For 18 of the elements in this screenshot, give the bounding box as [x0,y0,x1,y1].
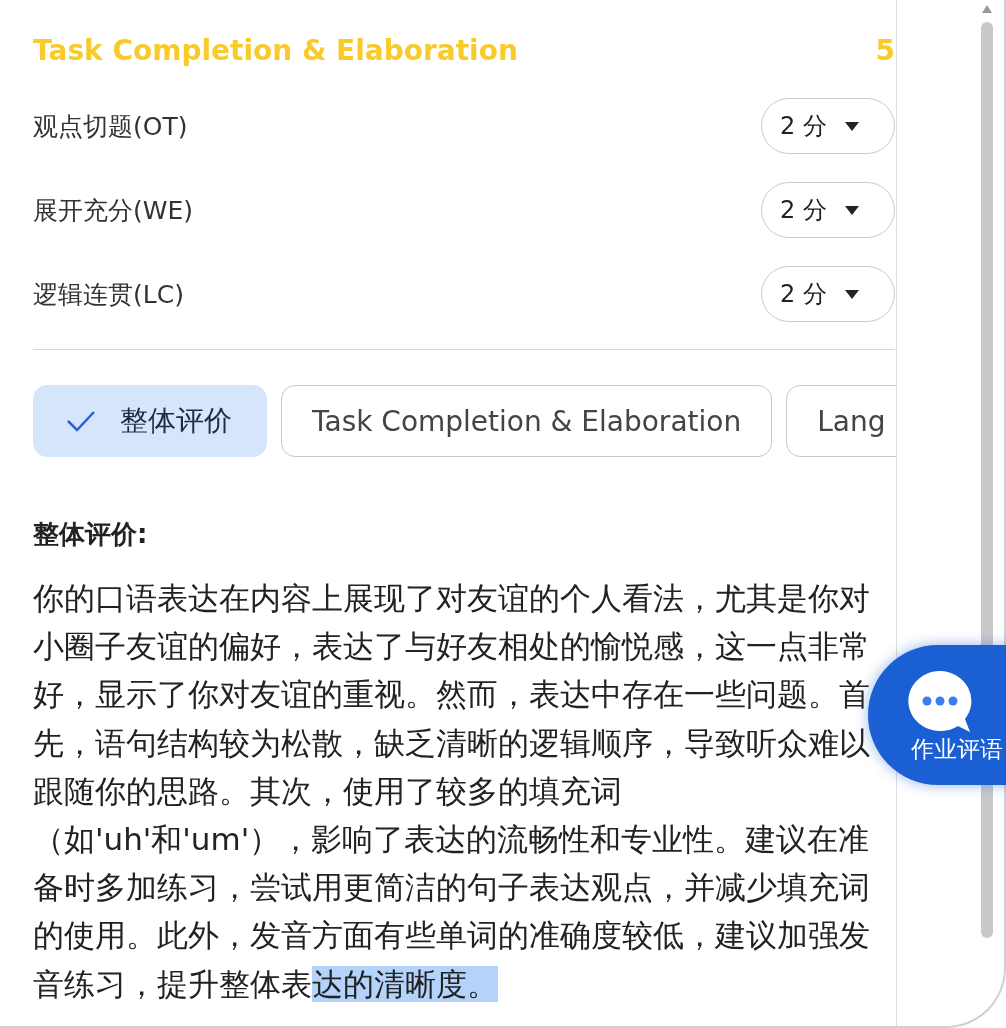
caret-icon [844,205,859,215]
scroll-up-icon[interactable] [981,4,993,14]
score-dropdown[interactable]: 2 分 [761,266,895,322]
score-dropdown[interactable]: 2 分 [761,182,895,238]
criterion-label: 观点切题(OT) [33,110,188,143]
section-title: Task Completion & Elaboration [33,34,518,67]
tab[interactable]: 整体评价 [33,385,267,457]
score-dropdown[interactable]: 2 分 [761,98,895,154]
section-score: 5 [875,34,895,67]
comment-text: 你的口语表达在内容上展现了对友谊的个人看法，尤其是你对小圈子友谊的偏好，表达了与好友相处的愉悦感，这一点非常好，显示了你对友谊的重视。然而，表达中存在一些问题。首先，语句结构较为松散，缺乏清晰的逻辑顺序，导致听众难以跟随你的思路。其次，使用了较多的填充词（如'uh'和'um'），影响了表达的流畅性和专业性。建议在准备时多加练习，尝试用更简洁的句子表达观点，并减少填充词的使用。此外，发音方面有些单词的准确度较低，建议加强发音练习，提升整体表达的清晰度。 [33,579,871,1004]
criterion-label: 逻辑连贯(LC) [33,278,184,311]
caret-icon [844,289,859,299]
comment-heading: 整体评价: [33,518,149,551]
caret-icon [844,121,859,131]
criterion-label: 展开充分(WE) [33,194,194,227]
tab[interactable]: Task Completion & Elaboration [281,385,773,457]
check-icon [66,410,96,432]
tab[interactable]: Lang [786,385,896,457]
